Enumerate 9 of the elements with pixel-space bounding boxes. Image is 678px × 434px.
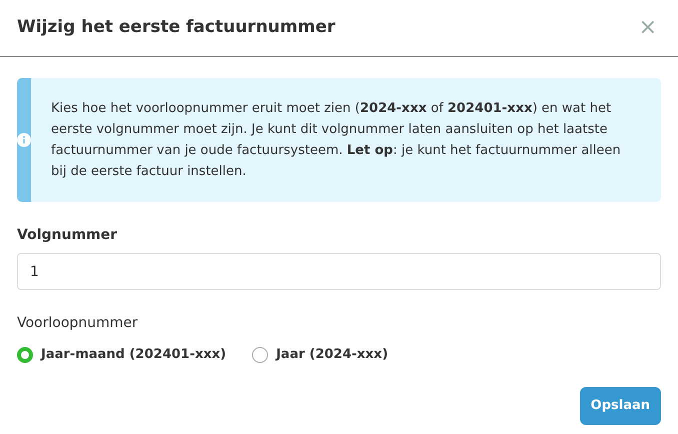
radio-button[interactable] (17, 346, 33, 363)
field-label: Voorloopnummer (17, 314, 139, 333)
field-label: Volgnummer (17, 226, 118, 245)
volgnummer-field[interactable]: 1 (17, 253, 661, 290)
info-text: Kies hoe het voorloopnummer eruit moet zien (2024-xxx of 202401-xxx) en wat het eerste volgnummer moet zijn. Je kunt dit volgnummer laten aansluiten op het laatste factuurnummer van je oude factuursysteem. Let op: je kunt het factuurnummer alleen bij de eerste factuur instellen. (50, 100, 622, 181)
dialog-title: Wijzig het eerste factuurnummer (17, 16, 336, 40)
radio-button[interactable] (252, 346, 268, 363)
radio-label[interactable]: Jaar-maand (202401-xxx) (41, 345, 226, 364)
radio-label[interactable]: Jaar (2024-xxx) (276, 345, 388, 364)
